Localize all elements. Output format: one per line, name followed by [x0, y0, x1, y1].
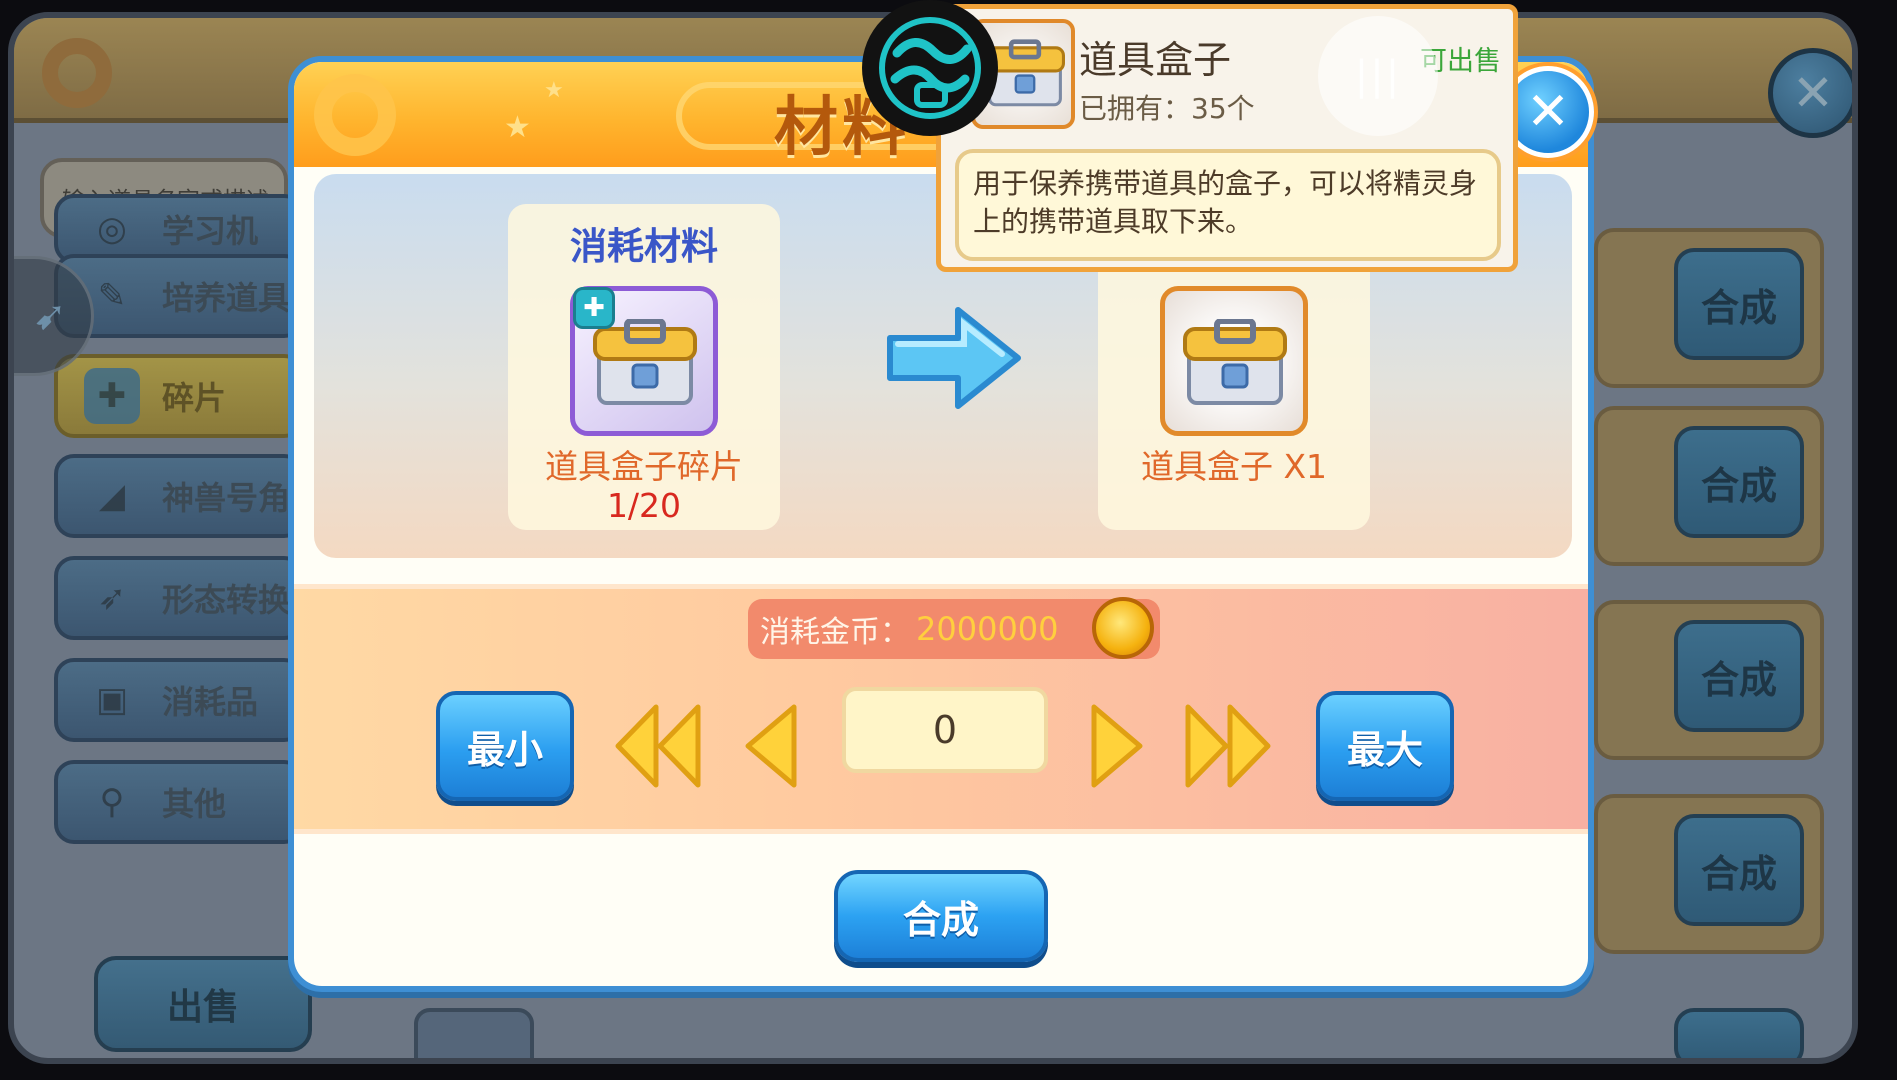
- tooltip-item-name: 道具盒子: [1079, 38, 1232, 82]
- item-tooltip: 道具盒子 已拥有：35个 可出售 用于保养携带道具的盒子，可以将精灵身上的携带道…: [936, 4, 1518, 272]
- item-box-fragment-icon[interactable]: ✚: [570, 286, 718, 436]
- disc-icon: ◎: [97, 209, 127, 249]
- sidebar-item-fragments[interactable]: ✚ 碎片: [54, 354, 304, 438]
- input-item-name: 道具盒子碎片: [545, 447, 743, 486]
- puzzle-piece-icon: ✚: [573, 287, 615, 329]
- sidebar-item-consumables[interactable]: ▣ 消耗品: [54, 658, 304, 742]
- item-list-right: 合成 合成 合成 合成: [1594, 228, 1824, 1058]
- arrow-right-icon: [887, 307, 1021, 409]
- input-item-count: 1/20: [606, 486, 682, 525]
- arrow-left-icon[interactable]: [740, 701, 800, 791]
- sidebar-item-label: 培养道具: [162, 279, 291, 317]
- sidebar-item-form-change[interactable]: ➶ 形态转换: [54, 556, 304, 640]
- quantity-section: 消耗金币： 2000000 最小 0 最大: [294, 584, 1588, 834]
- logo-glyph-icon: [879, 17, 981, 119]
- list-compose-button[interactable]: 合成: [1674, 248, 1804, 360]
- sidebar-item-other[interactable]: ⚲ 其他: [54, 760, 304, 844]
- sidebar-item-label: 其他: [162, 785, 227, 823]
- sidebar-item-beast-horn[interactable]: ◢ 神兽号角: [54, 454, 304, 538]
- double-arrow-right-icon[interactable]: [1182, 701, 1274, 791]
- coin-cost-label: 消耗金币：: [760, 615, 910, 650]
- background-close-button[interactable]: ✕: [1768, 48, 1852, 138]
- sidebar-item-label: 学习机: [162, 212, 259, 250]
- sidebar-item-label: 形态转换: [162, 581, 291, 619]
- output-item-name: 道具盒子 X1: [1140, 447, 1328, 486]
- input-material-slot: 消耗材料 ✚ 道具盒子碎片 1/20: [508, 204, 780, 530]
- coin-cost-value: 2000000: [916, 610, 1059, 648]
- item-box-icon: [593, 319, 697, 405]
- min-quantity-button[interactable]: 最小: [436, 691, 574, 801]
- input-slot-title: 消耗材料: [570, 225, 718, 268]
- sidebar-item-label: 消耗品: [162, 683, 259, 721]
- double-arrow-left-icon[interactable]: [612, 701, 704, 791]
- list-compose-button[interactable]: [1674, 1008, 1804, 1058]
- dart-icon: ➶: [97, 578, 127, 618]
- sell-button[interactable]: 出售: [94, 956, 312, 1052]
- header-ring-decoration: [314, 74, 396, 156]
- star-icon: ★: [544, 78, 564, 103]
- app-logo-badge-icon[interactable]: [862, 0, 998, 136]
- gold-coin-icon: [1092, 597, 1154, 659]
- header-ring-decoration: [42, 38, 112, 108]
- max-quantity-button[interactable]: 最大: [1316, 691, 1454, 801]
- quantity-input[interactable]: 0: [842, 687, 1048, 773]
- tooltip-description: 用于保养携带道具的盒子，可以将精灵身上的携带道具取下来。: [955, 149, 1501, 261]
- list-item-thumbnail: [414, 1008, 534, 1058]
- arrow-right-small-icon[interactable]: [1088, 701, 1148, 791]
- puzzle-icon: ✚: [84, 368, 140, 424]
- box-icon: ▣: [95, 680, 129, 720]
- horn-icon: ◢: [98, 476, 126, 516]
- list-compose-button[interactable]: 合成: [1674, 620, 1804, 732]
- item-box-icon: [1183, 319, 1287, 405]
- list-compose-button[interactable]: 合成: [1674, 426, 1804, 538]
- touch-indicator-icon: |||: [1318, 16, 1438, 136]
- compose-button[interactable]: 合成: [834, 870, 1048, 962]
- coin-cost-pill: 消耗金币： 2000000: [748, 597, 1160, 659]
- magnifier-icon: ⚲: [99, 782, 125, 822]
- item-box-output-icon[interactable]: [1160, 286, 1308, 436]
- list-compose-button[interactable]: 合成: [1674, 814, 1804, 926]
- tooltip-owned-count: 已拥有：35个: [1079, 92, 1255, 125]
- sidebar-item-label: 碎片: [162, 379, 227, 417]
- sidebar-item-label: 神兽号角: [162, 479, 291, 517]
- star-icon: ★: [504, 110, 531, 145]
